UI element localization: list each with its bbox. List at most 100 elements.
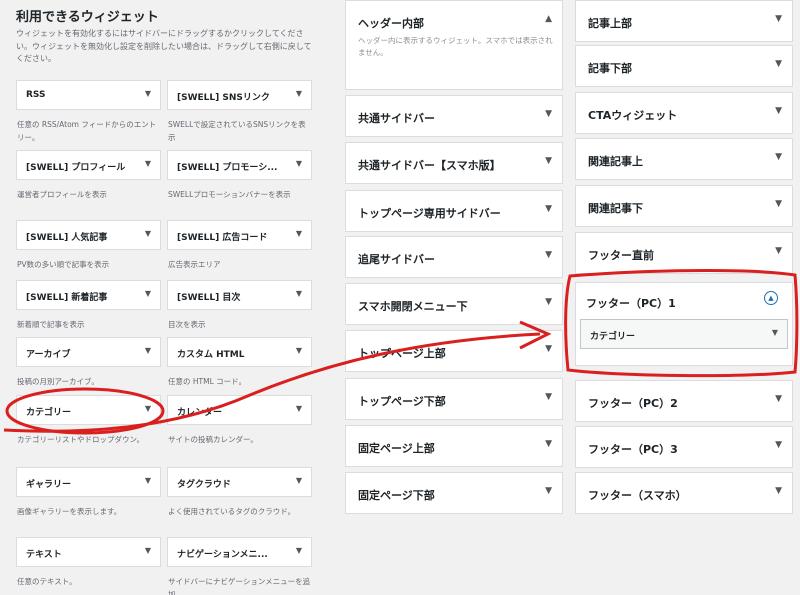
available-widget[interactable]: タグクラウド ▼	[167, 467, 312, 497]
widget-label: [SWELL] 人気記事	[26, 233, 108, 243]
widget-description: 任意の HTML コード。	[168, 377, 246, 386]
widget-area[interactable]: 固定ページ上部 ▼	[345, 425, 563, 467]
arrow-down-icon[interactable]: ▼	[296, 89, 302, 98]
available-widget[interactable]: [SWELL] 新着記事 ▼	[16, 280, 161, 310]
widget-area[interactable]: トップページ上部 ▼	[345, 330, 563, 372]
widget-label: [SWELL] 新着記事	[26, 293, 108, 303]
arrow-down-icon[interactable]: ▼	[545, 109, 552, 119]
available-widget[interactable]: [SWELL] 目次 ▼	[167, 280, 312, 310]
available-widget[interactable]: アーカイブ ▼	[16, 337, 161, 367]
arrow-down-icon[interactable]: ▼	[145, 289, 151, 298]
arrow-down-icon[interactable]: ▼	[545, 297, 552, 307]
widget-area-title: 関連記事下	[588, 202, 643, 215]
widget-label: カテゴリー	[26, 408, 72, 418]
arrow-down-icon[interactable]: ▼	[296, 546, 302, 555]
arrow-down-icon[interactable]: ▼	[775, 486, 782, 496]
widget-area[interactable]: フッター（スマホ） ▼	[575, 472, 793, 514]
arrow-down-icon[interactable]: ▼	[775, 199, 782, 209]
arrow-down-icon[interactable]: ▼	[145, 229, 151, 238]
available-widget[interactable]: [SWELL] 広告コード ▼	[167, 220, 312, 250]
widget-area-title: 記事上部	[588, 17, 632, 30]
widget-area-description: ヘッダー内に表示するウィジェット。スマホでは表示されません。	[358, 36, 553, 57]
widget-label: アーカイブ	[26, 350, 71, 360]
widget-description: SWELLプロモーションバナーを表示	[168, 190, 291, 199]
arrow-down-icon[interactable]: ▼	[545, 392, 552, 402]
placed-widget[interactable]: カテゴリー ▼	[580, 319, 788, 349]
widget-area[interactable]: 関連記事上 ▼	[575, 138, 793, 180]
arrow-down-icon[interactable]: ▼	[145, 404, 151, 413]
widget-area-title: スマホ開閉メニュー下	[358, 300, 468, 313]
arrow-down-icon[interactable]: ▼	[775, 59, 782, 69]
arrow-down-icon[interactable]: ▼	[545, 204, 552, 214]
widget-area[interactable]: フッター（PC）2 ▼	[575, 380, 793, 422]
arrow-down-icon[interactable]: ▼	[772, 328, 778, 337]
arrow-down-icon[interactable]: ▼	[296, 346, 302, 355]
available-widget[interactable]: カテゴリー ▼	[16, 395, 161, 425]
widget-area[interactable]: 共通サイドバー ▼	[345, 95, 563, 137]
arrow-down-icon[interactable]: ▼	[545, 156, 552, 166]
widget-description: カテゴリーリストやドロップダウン。	[17, 435, 145, 444]
widget-description: 任意の RSS/Atom フィードからのエントリー。	[17, 120, 157, 142]
arrow-down-icon[interactable]: ▼	[775, 14, 782, 24]
widget-area[interactable]: フッター直前 ▼	[575, 232, 793, 274]
widget-description: 広告表示エリア	[168, 260, 221, 269]
available-widget[interactable]: [SWELL] 人気記事 ▼	[16, 220, 161, 250]
arrow-down-icon[interactable]: ▼	[775, 106, 782, 116]
widget-label: ギャラリー	[26, 480, 72, 490]
available-widget[interactable]: RSS ▼	[16, 80, 161, 110]
arrow-down-icon[interactable]: ▼	[145, 159, 151, 168]
widget-area[interactable]: 共通サイドバー【スマホ版】 ▼	[345, 142, 563, 184]
widget-area-title: トップページ専用サイドバー	[358, 207, 501, 220]
widget-area[interactable]: 記事上部 ▼	[575, 0, 793, 42]
widget-area-title: 記事下部	[588, 62, 632, 75]
arrow-down-icon[interactable]: ▼	[145, 346, 151, 355]
widget-label: [SWELL] 広告コード	[177, 233, 268, 243]
widget-area-title: トップページ下部	[358, 395, 446, 408]
available-widget[interactable]: テキスト ▼	[16, 537, 161, 567]
arrow-down-icon[interactable]: ▼	[775, 394, 782, 404]
arrow-down-icon[interactable]: ▼	[775, 152, 782, 162]
widget-area-title: 追尾サイドバー	[358, 253, 435, 266]
widget-description: 画像ギャラリーを表示します。	[17, 507, 122, 516]
available-widget[interactable]: カレンダー ▼	[167, 395, 312, 425]
widget-area-title: 共通サイドバー	[358, 112, 435, 125]
arrow-down-icon[interactable]: ▼	[775, 440, 782, 450]
arrow-up-icon[interactable]: ▲	[545, 14, 552, 24]
widget-area[interactable]: トップページ下部 ▼	[345, 378, 563, 420]
available-widget[interactable]: [SWELL] SNSリンク ▼	[167, 80, 312, 110]
widget-area-title: 固定ページ下部	[358, 489, 435, 502]
available-widget[interactable]: [SWELL] プロモーシ... ▼	[167, 150, 312, 180]
available-widget[interactable]: ギャラリー ▼	[16, 467, 161, 497]
widget-area[interactable]: 固定ページ下部 ▼	[345, 472, 563, 514]
widget-area[interactable]: 追尾サイドバー ▼	[345, 236, 563, 278]
available-widget[interactable]: ナビゲーションメニ... ▼	[167, 537, 312, 567]
arrow-down-icon[interactable]: ▼	[145, 476, 151, 485]
widget-area[interactable]: スマホ開閉メニュー下 ▼	[345, 283, 563, 325]
arrow-down-icon[interactable]: ▼	[296, 476, 302, 485]
arrow-down-icon[interactable]: ▼	[545, 344, 552, 354]
arrow-down-icon[interactable]: ▼	[545, 439, 552, 449]
widget-area[interactable]: トップページ専用サイドバー ▼	[345, 190, 563, 232]
widget-area[interactable]: CTAウィジェット ▼	[575, 92, 793, 134]
arrow-down-icon[interactable]: ▼	[545, 486, 552, 496]
arrow-down-icon[interactable]: ▼	[145, 546, 151, 555]
available-widget[interactable]: [SWELL] プロフィール ▼	[16, 150, 161, 180]
arrow-down-icon[interactable]: ▼	[296, 159, 302, 168]
arrow-down-icon[interactable]: ▼	[145, 89, 151, 98]
arrow-down-icon[interactable]: ▼	[545, 250, 552, 260]
widget-area[interactable]: フッター（PC）3 ▼	[575, 426, 793, 468]
widget-label: テキスト	[26, 550, 62, 560]
widget-area-expanded[interactable]: フッター（PC）1 ▲ カテゴリー ▼	[575, 282, 793, 366]
arrow-down-icon[interactable]: ▼	[296, 229, 302, 238]
widget-area-title: CTAウィジェット	[588, 109, 678, 122]
arrow-down-icon[interactable]: ▼	[296, 289, 302, 298]
widget-area[interactable]: 記事下部 ▼	[575, 45, 793, 87]
widget-description: 任意のテキスト。	[17, 577, 77, 586]
arrow-up-icon[interactable]: ▲	[764, 291, 778, 305]
available-widget[interactable]: カスタム HTML ▼	[167, 337, 312, 367]
widget-area-title: フッター（PC）2	[588, 397, 678, 410]
widget-area[interactable]: ヘッダー内部 ▲ ヘッダー内に表示するウィジェット。スマホでは表示されません。	[345, 0, 563, 90]
arrow-down-icon[interactable]: ▼	[296, 404, 302, 413]
arrow-down-icon[interactable]: ▼	[775, 246, 782, 256]
widget-area[interactable]: 関連記事下 ▼	[575, 185, 793, 227]
